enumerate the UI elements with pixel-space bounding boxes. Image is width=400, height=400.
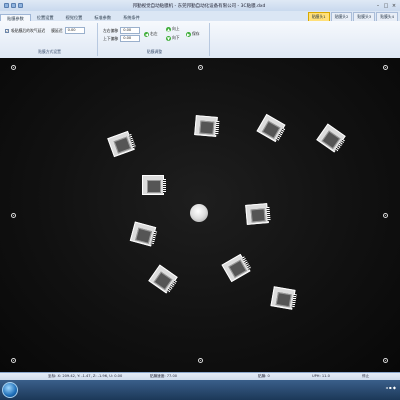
group-film-adjust-label: 贴膜调整 bbox=[146, 49, 163, 54]
fiducial-mark bbox=[383, 358, 388, 363]
fiducial-mark bbox=[198, 358, 203, 363]
group-film-method: ✓ 吸贴膜后的吹气延迟 膜延迟 0.00 贴膜方式设置 bbox=[2, 23, 98, 56]
chip-part bbox=[148, 264, 178, 294]
tab-position[interactable]: 位置设置 bbox=[31, 14, 60, 21]
system-tray[interactable]: ◂ ▪ ◆ bbox=[386, 385, 396, 390]
fiducial-mark bbox=[11, 358, 16, 363]
start-button[interactable] bbox=[2, 382, 18, 398]
chip-part bbox=[316, 123, 346, 153]
right-arrow-icon: ▶ bbox=[186, 31, 191, 37]
open-icon[interactable] bbox=[11, 3, 16, 8]
save-icon[interactable] bbox=[4, 3, 9, 8]
chip-part bbox=[245, 203, 271, 225]
chip-part bbox=[194, 115, 220, 137]
y-offset-input[interactable]: 0.00 bbox=[120, 35, 141, 42]
center-target bbox=[190, 204, 208, 222]
fiducial-mark bbox=[11, 213, 16, 218]
tab-film-params[interactable]: 贴膜参数 bbox=[0, 14, 31, 21]
tab-standard[interactable]: 标准参数 bbox=[88, 14, 117, 21]
minimize-button[interactable]: – bbox=[375, 3, 381, 9]
chip-part bbox=[256, 113, 286, 143]
chip-part bbox=[129, 221, 158, 247]
confirm-button[interactable]: ▶ 保存 bbox=[186, 31, 200, 37]
fiducial-mark bbox=[11, 65, 16, 70]
chip-part bbox=[142, 175, 166, 195]
move-left-button[interactable]: ◀ 右左 bbox=[144, 31, 158, 37]
fiducial-mark bbox=[198, 65, 203, 70]
status-speed: 贴膜速度: 77.00 bbox=[150, 374, 178, 378]
up-arrow-icon: ▲ bbox=[166, 26, 171, 32]
move-up-button[interactable]: ▲ 向上 bbox=[166, 26, 180, 32]
y-offset-label: 上下偏移 bbox=[103, 35, 119, 41]
chip-part bbox=[270, 286, 297, 310]
delay-label: 膜延迟 bbox=[51, 27, 63, 33]
maximize-button[interactable]: □ bbox=[383, 3, 389, 9]
move-down-button[interactable]: ▼ 向下 bbox=[166, 35, 180, 41]
delay-input[interactable]: 0.00 bbox=[64, 27, 85, 34]
left-arrow-icon: ◀ bbox=[144, 31, 149, 37]
status-coords: 坐标: X: 209.42, Y: -1.47, Z: -1.96, U: 0.… bbox=[48, 374, 123, 378]
window-title: 邦勤视觉自动贴膜机 - 东莞邦勤自动化设备有限公司 - 3C贴膜.dxd bbox=[132, 3, 266, 9]
status-uph: UPH: 11.0 bbox=[312, 374, 330, 378]
blow-delay-checkbox[interactable]: ✓ bbox=[5, 28, 9, 33]
taskbar: ◂ ▪ ◆ bbox=[0, 380, 400, 400]
fiducial-mark bbox=[383, 213, 388, 218]
camera-view[interactable] bbox=[0, 58, 400, 372]
x-offset-label: 左右偏移 bbox=[103, 27, 119, 33]
group-film-adjust: 左右偏移 0.00 上下偏移 0.00 ◀ 右左 ▲ 向上 ▼ 向下 ▶ 保存 贴膜调整 bbox=[100, 23, 210, 56]
tab-vision[interactable]: 视觉位置 bbox=[60, 14, 89, 21]
ribbon-panel: ✓ 吸贴膜后的吹气延迟 膜延迟 0.00 贴膜方式设置 左右偏移 0.00 上下… bbox=[0, 21, 400, 59]
status-count: 贴膜: 0 bbox=[258, 374, 270, 378]
close-button[interactable]: × bbox=[391, 3, 397, 9]
down-arrow-icon: ▼ bbox=[166, 35, 171, 41]
x-offset-input[interactable]: 0.00 bbox=[120, 27, 141, 34]
fiducial-mark bbox=[383, 65, 388, 70]
chip-part bbox=[107, 130, 136, 158]
quick-access-toolbar[interactable] bbox=[4, 3, 23, 8]
status-state: 停止 bbox=[362, 374, 370, 378]
chip-part bbox=[221, 253, 252, 283]
blow-delay-label: 吸贴膜后的吹气延迟 bbox=[11, 27, 46, 33]
title-bar: 邦勤视觉自动贴膜机 - 东莞邦勤自动化设备有限公司 - 3C贴膜.dxd – □… bbox=[0, 0, 400, 11]
tab-system[interactable]: 系统条件 bbox=[117, 14, 146, 21]
group-film-method-label: 贴膜方式设置 bbox=[38, 49, 61, 54]
